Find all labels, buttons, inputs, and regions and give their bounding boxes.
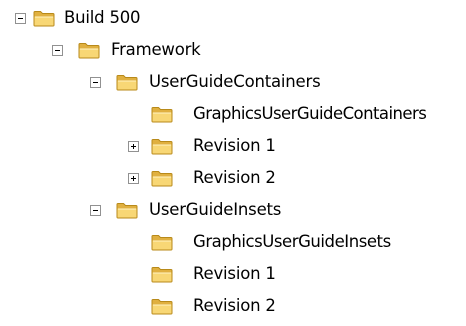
expand-toggle-icon[interactable] [128,141,139,152]
folder-icon [116,202,138,219]
tree-node-label: Revision 2 [193,168,276,187]
tree-node-revision-2[interactable]: Revision 2 [0,162,320,194]
collapse-toggle-icon[interactable] [52,45,63,56]
collapse-toggle-icon[interactable] [90,205,101,216]
tree-node-label: Framework [111,40,201,59]
folder-icon [33,10,55,27]
folder-icon [151,234,173,251]
folder-icon [151,106,173,123]
tree-node-label: UserGuideInsets [149,200,282,219]
tree-node-label: Revision 1 [193,136,276,155]
folder-icon [116,74,138,91]
tree-node-user-guide-insets[interactable]: UserGuideInsets [0,194,320,226]
tree-node-label: Build 500 [64,8,141,27]
tree-node-user-guide-containers[interactable]: UserGuideContainers [0,66,380,98]
folder-tree: Build 500 Framework UserGuideContainers … [0,0,466,326]
collapse-toggle-icon[interactable] [15,13,26,24]
tree-node-graphics-user-guide-containers[interactable]: GraphicsUserGuideContainers [0,98,466,130]
tree-node-revision-1[interactable]: Revision 1 [0,258,320,290]
tree-node-revision-1[interactable]: Revision 1 [0,130,320,162]
tree-node-framework[interactable]: Framework [0,34,240,66]
folder-icon [151,298,173,315]
tree-node-label: Revision 1 [193,264,276,283]
tree-node-label: UserGuideContainers [149,72,321,91]
collapse-toggle-icon[interactable] [90,77,101,88]
tree-node-build-500[interactable]: Build 500 [0,2,200,34]
folder-icon [151,170,173,187]
tree-node-label: Revision 2 [193,296,276,315]
folder-icon [151,138,173,155]
tree-node-label: GraphicsUserGuideInsets [193,232,391,251]
folder-icon [78,42,100,59]
folder-icon [151,266,173,283]
tree-node-label: GraphicsUserGuideContainers [193,104,427,123]
tree-node-graphics-user-guide-insets[interactable]: GraphicsUserGuideInsets [0,226,466,258]
expand-toggle-icon[interactable] [128,173,139,184]
tree-node-revision-2[interactable]: Revision 2 [0,290,320,322]
